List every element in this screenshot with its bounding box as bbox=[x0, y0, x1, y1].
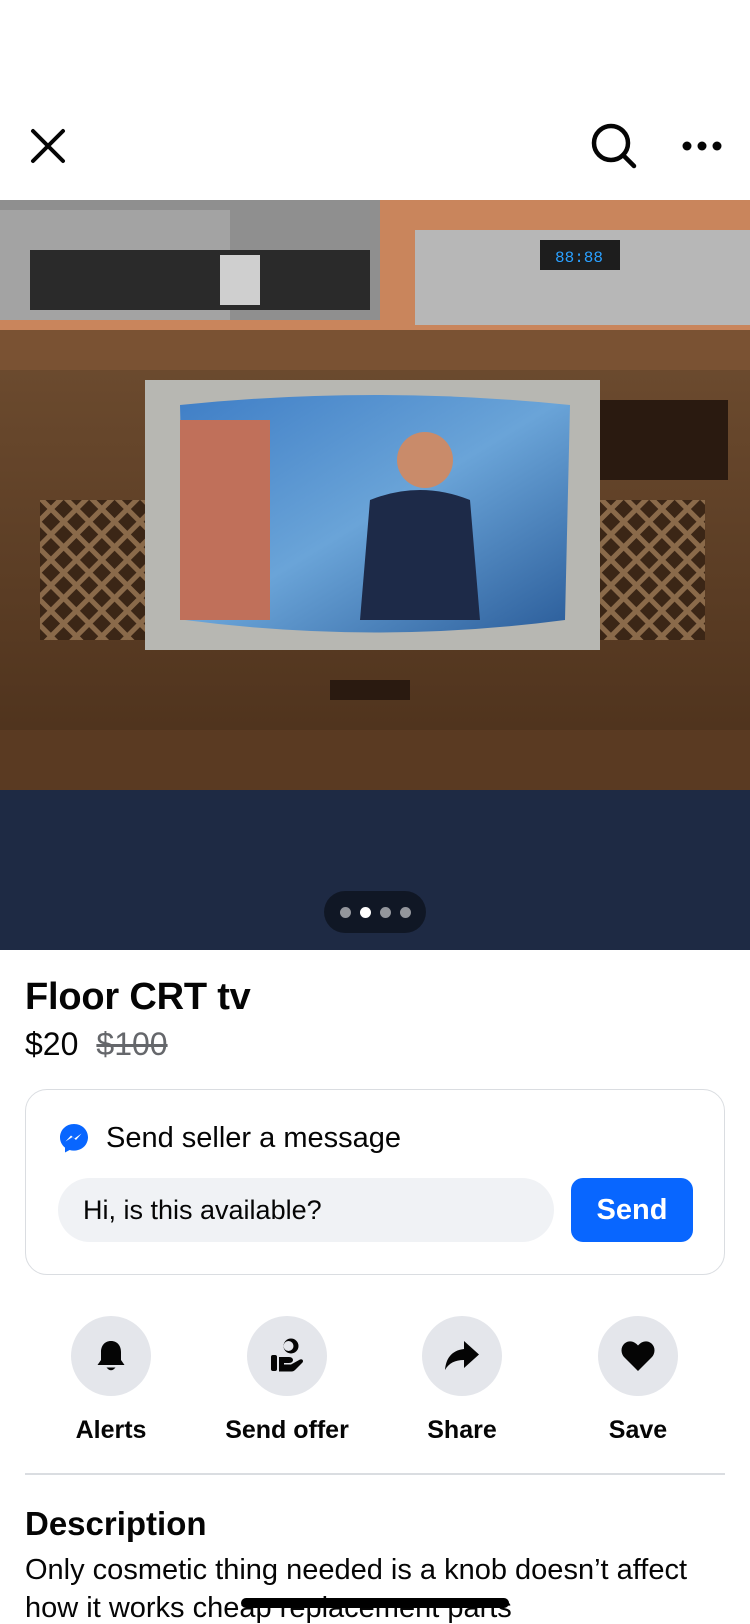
alerts-button[interactable]: Alerts bbox=[23, 1316, 199, 1446]
save-button[interactable]: Save bbox=[550, 1316, 726, 1446]
alerts-label: Alerts bbox=[75, 1416, 147, 1444]
listing-photo[interactable]: 88:88 bbox=[0, 200, 750, 950]
price-row: $20 $100 bbox=[25, 1024, 168, 1064]
save-label: Save bbox=[608, 1416, 668, 1444]
heart-icon bbox=[621, 1341, 655, 1371]
tv-console-photo: 88:88 bbox=[0, 200, 750, 950]
more-horizontal-icon bbox=[682, 141, 722, 151]
svg-text:88:88: 88:88 bbox=[555, 249, 603, 267]
photo-pagination[interactable] bbox=[324, 891, 426, 933]
send-offer-button[interactable]: Send offer bbox=[199, 1316, 375, 1446]
search-icon bbox=[591, 123, 637, 169]
message-card-header: Send seller a message bbox=[58, 1120, 401, 1156]
share-arrow-icon bbox=[445, 1341, 479, 1370]
page-dot[interactable] bbox=[399, 906, 411, 918]
more-options-button[interactable] bbox=[674, 118, 730, 174]
message-card-heading: Send seller a message bbox=[106, 1122, 401, 1154]
section-divider bbox=[25, 1473, 725, 1475]
messenger-icon bbox=[60, 1124, 88, 1153]
action-row: Alerts Send offer Share Save bbox=[0, 1316, 750, 1446]
page-dot[interactable] bbox=[339, 906, 351, 918]
original-price: $100 bbox=[96, 1026, 168, 1062]
page-dot[interactable] bbox=[379, 906, 391, 918]
home-indicator[interactable] bbox=[241, 1598, 509, 1608]
offer-hand-icon bbox=[271, 1338, 304, 1372]
listing-title: Floor CRT tv bbox=[25, 976, 251, 1018]
send-offer-button-circle[interactable] bbox=[247, 1316, 327, 1396]
description-heading: Description bbox=[25, 1505, 207, 1542]
share-label: Share bbox=[427, 1416, 497, 1444]
save-button-circle[interactable] bbox=[598, 1316, 678, 1396]
alerts-button-circle[interactable] bbox=[71, 1316, 151, 1396]
page-dot-active[interactable] bbox=[359, 906, 371, 918]
share-button-circle[interactable] bbox=[422, 1316, 502, 1396]
send-button[interactable]: Send bbox=[571, 1178, 693, 1242]
close-icon bbox=[31, 129, 65, 163]
search-button[interactable] bbox=[586, 118, 642, 174]
send-offer-label: Send offer bbox=[225, 1416, 349, 1444]
close-button[interactable] bbox=[20, 118, 76, 174]
message-seller-card: Send seller a message Send bbox=[25, 1089, 725, 1275]
message-input[interactable] bbox=[58, 1178, 554, 1242]
bell-icon bbox=[97, 1341, 125, 1371]
description-text: Only cosmetic thing needed is a knob doe… bbox=[25, 1554, 688, 1624]
top-bar bbox=[0, 0, 750, 200]
current-price: $20 bbox=[25, 1026, 79, 1062]
share-button[interactable]: Share bbox=[374, 1316, 550, 1446]
